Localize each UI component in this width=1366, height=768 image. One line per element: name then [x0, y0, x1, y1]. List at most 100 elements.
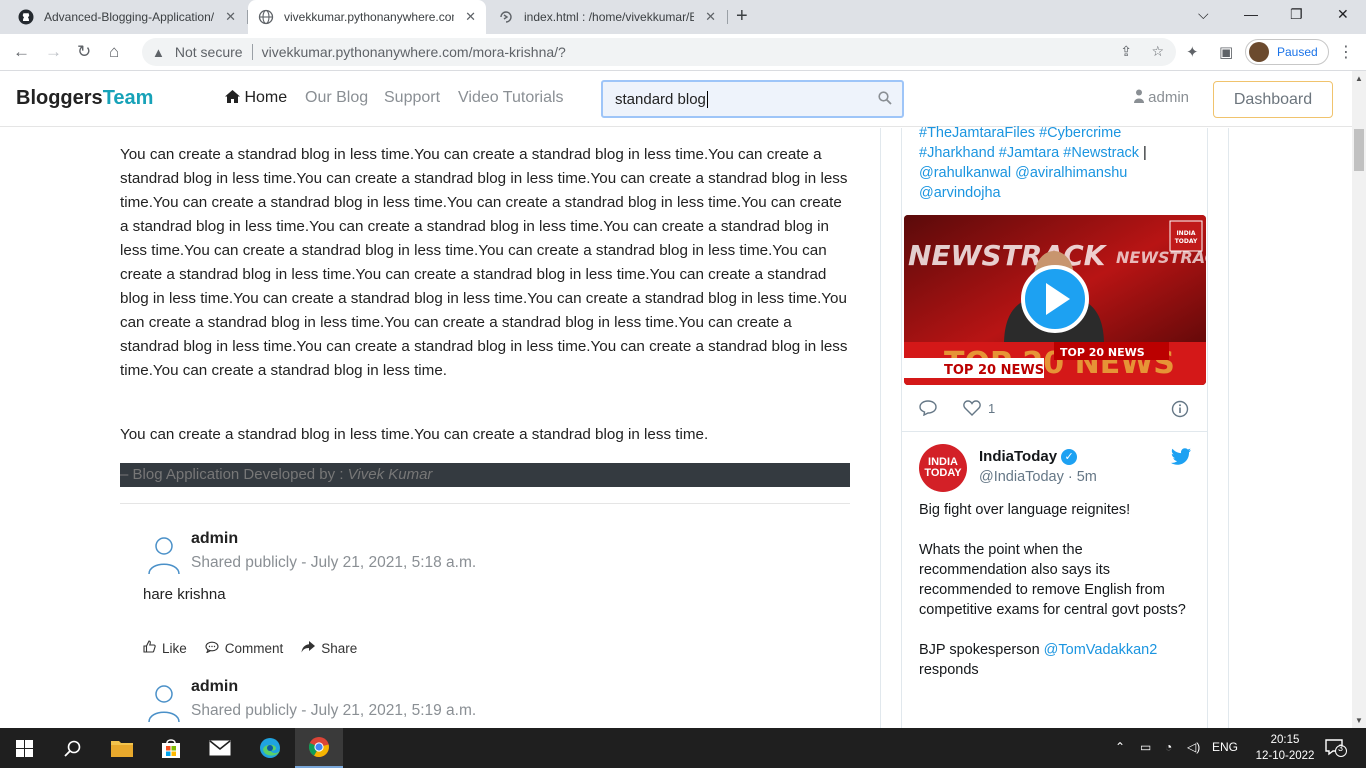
indiatoday-avatar[interactable]: INDIA TODAY — [919, 444, 967, 492]
tweet-text-part: BJP spokesperson — [919, 642, 1044, 658]
back-icon[interactable]: ← — [13, 42, 30, 62]
comment-actions: Like Comment Share — [143, 640, 375, 656]
mail-button[interactable] — [196, 728, 244, 768]
info-icon[interactable] — [1171, 400, 1189, 421]
comment-label: Comment — [224, 640, 284, 656]
search-icon[interactable] — [878, 91, 892, 108]
video-overlay-text: NEWSTRACK — [908, 239, 1108, 272]
maximize-icon[interactable]: ❐ — [1290, 6, 1303, 23]
dashboard-button[interactable]: Dashboard — [1213, 81, 1333, 118]
account-name: IndiaToday — [979, 448, 1058, 465]
wifi-icon[interactable]: ◔ — [1165, 740, 1172, 754]
scrollbar-thumb[interactable] — [1354, 129, 1364, 171]
brand-text: Bloggers — [16, 87, 103, 109]
search-input[interactable]: standard blog — [601, 80, 904, 118]
svg-text:TODAY: TODAY — [1175, 238, 1198, 245]
verified-badge-icon: ✓ — [1061, 448, 1078, 465]
tweet-text: Big fight over language reignites! — [919, 502, 1131, 518]
site-logo[interactable]: BloggersTeam — [16, 87, 153, 110]
comment-text: hare krishna — [143, 586, 226, 603]
store-button[interactable] — [147, 728, 195, 768]
edge-button[interactable] — [246, 728, 294, 768]
tweet-text-part: responds — [919, 662, 979, 678]
nav-support[interactable]: Support — [384, 89, 440, 107]
start-button[interactable] — [0, 728, 48, 768]
svg-text:INDIA: INDIA — [1176, 230, 1195, 237]
language-indicator[interactable]: ENG — [1212, 740, 1238, 754]
taskbar-clock[interactable]: 20:15 12-10-2022 — [1255, 732, 1315, 764]
close-tab-icon[interactable]: ✕ — [705, 9, 716, 25]
video-thumbnail: NEWSTRACK NEWSTRACK INDIA TODAY TOP 20 N… — [904, 215, 1206, 385]
mention-link[interactable]: @TomVadakkan2 — [1044, 642, 1158, 658]
forward-icon[interactable]: → — [45, 42, 62, 62]
mail-icon — [209, 740, 231, 756]
browser-menu-icon[interactable]: ⋮ — [1338, 42, 1354, 62]
tweet-text: BJP spokesperson @TomVadakkan2 responds — [919, 640, 1191, 680]
scroll-up-icon[interactable]: ▲ — [1355, 74, 1363, 83]
comment-button[interactable]: Comment — [205, 640, 284, 656]
video-banner-text: TOP 20 NEWS — [944, 363, 1044, 378]
tab-editor[interactable]: index.html : /home/vivekkumar/E ✕ — [488, 0, 726, 34]
user-name: admin — [1148, 89, 1190, 106]
separator-text: | — [1139, 145, 1147, 161]
reply-icon[interactable] — [919, 400, 937, 419]
not-secure-label[interactable]: Not secure — [175, 44, 243, 60]
tab-title: vivekkumar.pythonanywhere.com — [284, 10, 454, 24]
tab-pythonanywhere-active[interactable]: vivekkumar.pythonanywhere.com ✕ — [248, 0, 486, 34]
url-text[interactable]: vivekkumar.pythonanywhere.com/mora-krish… — [262, 44, 566, 60]
heart-icon[interactable] — [963, 400, 981, 419]
tweet-account-handle[interactable]: @IndiaToday · 5m — [979, 469, 1097, 485]
nav-video-tutorials[interactable]: Video Tutorials — [458, 89, 564, 107]
minimize-icon[interactable]: — — [1244, 6, 1258, 22]
close-window-icon[interactable]: ✕ — [1337, 6, 1349, 23]
chrome-button[interactable] — [295, 728, 343, 768]
edge-icon — [260, 738, 280, 758]
comment-author[interactable]: admin — [191, 530, 238, 548]
scroll-down-icon[interactable]: ▼ — [1355, 716, 1363, 725]
profile-button[interactable]: Paused — [1245, 39, 1329, 65]
mention-line[interactable]: @arvindojha — [919, 183, 1189, 203]
tab-github[interactable]: Advanced-Blogging-Application/ ✕ — [8, 0, 246, 34]
bookmark-star-icon[interactable]: ☆ — [1151, 43, 1164, 59]
comment-author[interactable]: admin — [191, 678, 238, 696]
nav-our-blog[interactable]: Our Blog — [305, 89, 368, 107]
share-button[interactable]: Share — [301, 640, 357, 656]
tweet-video[interactable]: NEWSTRACK NEWSTRACK INDIA TODAY TOP 20 N… — [904, 215, 1206, 385]
share-arrow-icon — [301, 640, 316, 656]
share-page-icon[interactable]: ⇪ — [1120, 43, 1132, 59]
close-tab-icon[interactable]: ✕ — [465, 9, 476, 25]
tweet-body: Big fight over language reignites! Whats… — [919, 500, 1191, 700]
close-tab-icon[interactable]: ✕ — [225, 9, 236, 25]
battery-icon[interactable]: ▭ — [1140, 740, 1151, 754]
tray-chevron-icon[interactable]: ⌃ — [1115, 740, 1125, 754]
user-menu[interactable]: admin — [1134, 89, 1189, 106]
brand-accent-text: Team — [102, 87, 154, 109]
reload-icon[interactable]: ↻ — [77, 42, 91, 62]
tab-search-chevron-icon[interactable]: ⌵ — [1198, 6, 1209, 23]
warning-icon[interactable]: ▲ — [152, 45, 165, 60]
address-bar[interactable]: ▲ Not secure vivekkumar.pythonanywhere.c… — [142, 38, 1176, 66]
mention-line[interactable]: @rahulkanwal @aviralhimanshu — [919, 163, 1189, 183]
page-scrollbar[interactable]: ▲ ▼ — [1352, 71, 1366, 728]
nav-home-label: Home — [244, 89, 288, 106]
search-taskbar-button[interactable] — [48, 728, 96, 768]
home-icon[interactable]: ⌂ — [109, 42, 119, 62]
tweet-account-name[interactable]: IndiaToday ✓ — [979, 448, 1078, 465]
hashtag-links[interactable]: #Jharkhand #Jamtara #Newstrack — [919, 145, 1139, 161]
credit-name: Vivek Kumar — [347, 466, 433, 483]
extensions-icon[interactable]: ✦ — [1186, 43, 1199, 61]
share-label: Share — [321, 640, 358, 656]
globe-icon — [258, 9, 274, 25]
notification-center-button[interactable]: 3 — [1325, 739, 1347, 762]
browser-tab-strip: Advanced-Blogging-Application/ ✕ vivekku… — [0, 0, 1366, 34]
side-panel-icon[interactable]: ▣ — [1219, 43, 1233, 61]
nav-home[interactable]: Home — [225, 89, 287, 107]
volume-icon[interactable]: ◁) — [1187, 740, 1200, 754]
twitter-bird-icon[interactable] — [1171, 448, 1191, 470]
file-explorer-button[interactable] — [98, 728, 146, 768]
hashtag-line[interactable]: #TheJamtaraFiles #Cybercrime — [919, 123, 1189, 143]
like-button[interactable]: Like — [143, 640, 187, 656]
store-bag-icon — [162, 739, 180, 758]
tab-divider — [727, 10, 728, 24]
new-tab-icon[interactable]: + — [736, 5, 748, 28]
